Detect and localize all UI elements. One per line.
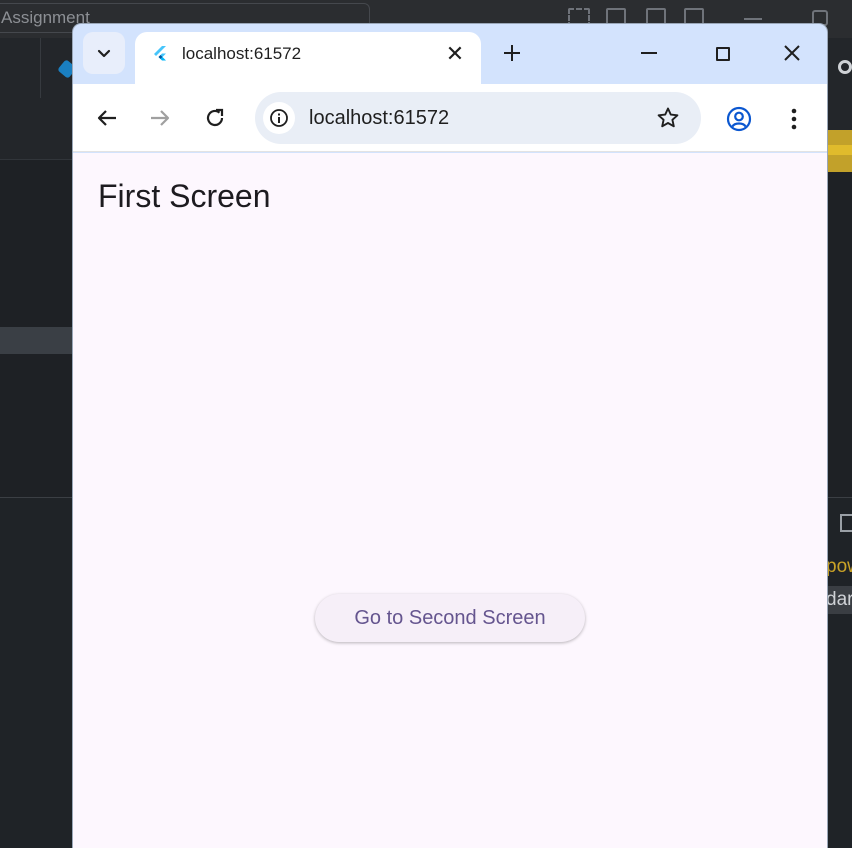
arrow-left-icon	[97, 110, 116, 126]
plus-icon	[504, 45, 520, 61]
maximize-icon[interactable]	[716, 47, 730, 61]
page-title: First Screen	[98, 178, 271, 214]
chevron-down-icon	[97, 49, 111, 58]
profile-button[interactable]	[725, 105, 753, 133]
go-to-second-screen-button[interactable]: Go to Second Screen	[315, 594, 585, 642]
ide-highlight-band	[826, 145, 852, 155]
browser-window: localhost:61572 ✕ localhost:61572 First …	[73, 24, 827, 848]
browser-menu-button[interactable]	[782, 105, 806, 133]
browser-toolbar: localhost:61572	[73, 84, 827, 152]
close-icon	[784, 45, 800, 61]
ide-code-text-highlight: dar	[826, 586, 852, 614]
address-bar[interactable]: localhost:61572	[255, 92, 701, 144]
tab-search-button[interactable]	[83, 32, 125, 74]
minimize-icon[interactable]	[641, 52, 657, 54]
info-icon	[270, 109, 288, 127]
reload-button[interactable]	[200, 103, 230, 133]
forward-button[interactable]	[145, 103, 175, 133]
arrow-right-icon	[151, 110, 170, 126]
star-icon	[657, 107, 679, 128]
ide-selected-row[interactable]	[0, 327, 80, 354]
close-icon[interactable]: ✕	[443, 42, 467, 66]
site-info-button[interactable]	[263, 102, 295, 134]
gear-icon[interactable]	[838, 60, 852, 74]
tab-title: localhost:61572	[182, 44, 302, 63]
ide-code-text: pow	[826, 556, 852, 577]
ide-divider	[40, 38, 41, 98]
ide-minimize-icon[interactable]	[744, 18, 762, 20]
page-viewport: First Screen Go to Second Screen	[73, 153, 827, 848]
new-tab-button[interactable]	[497, 38, 527, 68]
reload-icon	[206, 108, 224, 127]
back-button[interactable]	[92, 103, 122, 133]
expand-icon[interactable]	[840, 514, 852, 532]
flutter-logo-icon	[154, 46, 166, 61]
more-vertical-icon	[791, 108, 797, 130]
url-text[interactable]: localhost:61572	[309, 106, 449, 130]
profile-icon	[726, 106, 752, 132]
window-close-button[interactable]	[779, 38, 805, 68]
bookmark-button[interactable]	[655, 105, 681, 131]
browser-tab[interactable]: localhost:61572 ✕	[135, 32, 481, 84]
